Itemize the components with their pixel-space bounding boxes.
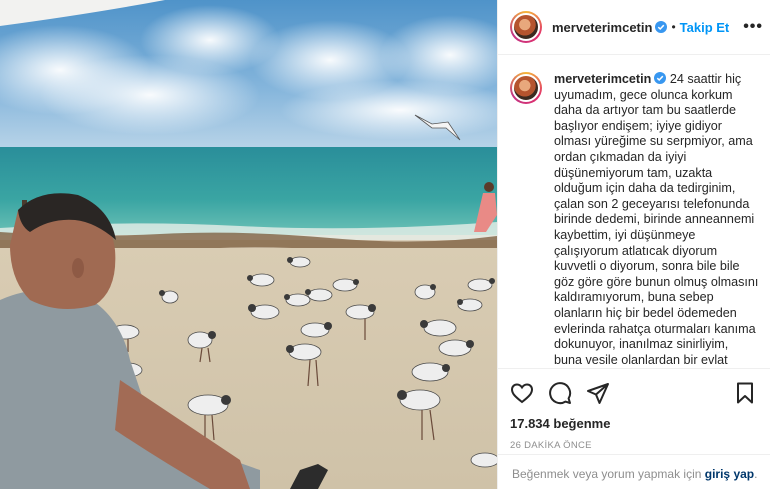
caption-text: 24 saattir hiç uyumadım, gece olunca kor… [554, 72, 759, 367]
header-username[interactable]: merveterimcetin [552, 20, 668, 35]
login-prompt-text: Beğenmek veya yorum yapmak için [512, 467, 702, 481]
likes-count[interactable]: 17.834 beğenme [510, 416, 759, 431]
post-time[interactable]: 26 DAKİKA ÖNCE [510, 440, 759, 451]
action-icons [510, 379, 759, 407]
avatar-image [512, 13, 540, 41]
more-options-icon[interactable]: ••• [743, 18, 763, 36]
comment-icon[interactable] [548, 381, 572, 405]
caption-area: merveterimcetin 24 saattir hiç uyumadım,… [498, 56, 770, 368]
header-username-text[interactable]: merveterimcetin [552, 20, 652, 35]
login-prompt-period: . [754, 467, 758, 481]
login-prompt: Beğenmek veya yorum yapmak için giriş ya… [498, 454, 770, 489]
post-photo[interactable] [0, 0, 497, 489]
bookmark-icon[interactable] [733, 381, 757, 405]
post-actions: 17.834 beğenme 26 DAKİKA ÖNCE [498, 368, 770, 451]
avatar[interactable] [510, 11, 542, 43]
caption-avatar-image [512, 74, 540, 102]
verified-badge-icon [655, 20, 668, 33]
caption-username[interactable]: merveterimcetin [554, 72, 651, 86]
heart-icon[interactable] [510, 381, 534, 405]
verified-badge-icon [654, 72, 667, 84]
paper-plane-icon[interactable] [586, 381, 610, 405]
beach-photo-image [0, 0, 497, 489]
post-header: merveterimcetin • Takip Et ••• [498, 0, 770, 55]
post-side-panel: merveterimcetin • Takip Et ••• merveteri… [497, 0, 770, 489]
header-separator: • [671, 20, 676, 34]
follow-button[interactable]: Takip Et [680, 20, 730, 35]
login-link[interactable]: giriş yap [705, 467, 754, 481]
caption: merveterimcetin 24 saattir hiç uyumadım,… [554, 72, 759, 368]
caption-avatar[interactable] [510, 72, 542, 104]
